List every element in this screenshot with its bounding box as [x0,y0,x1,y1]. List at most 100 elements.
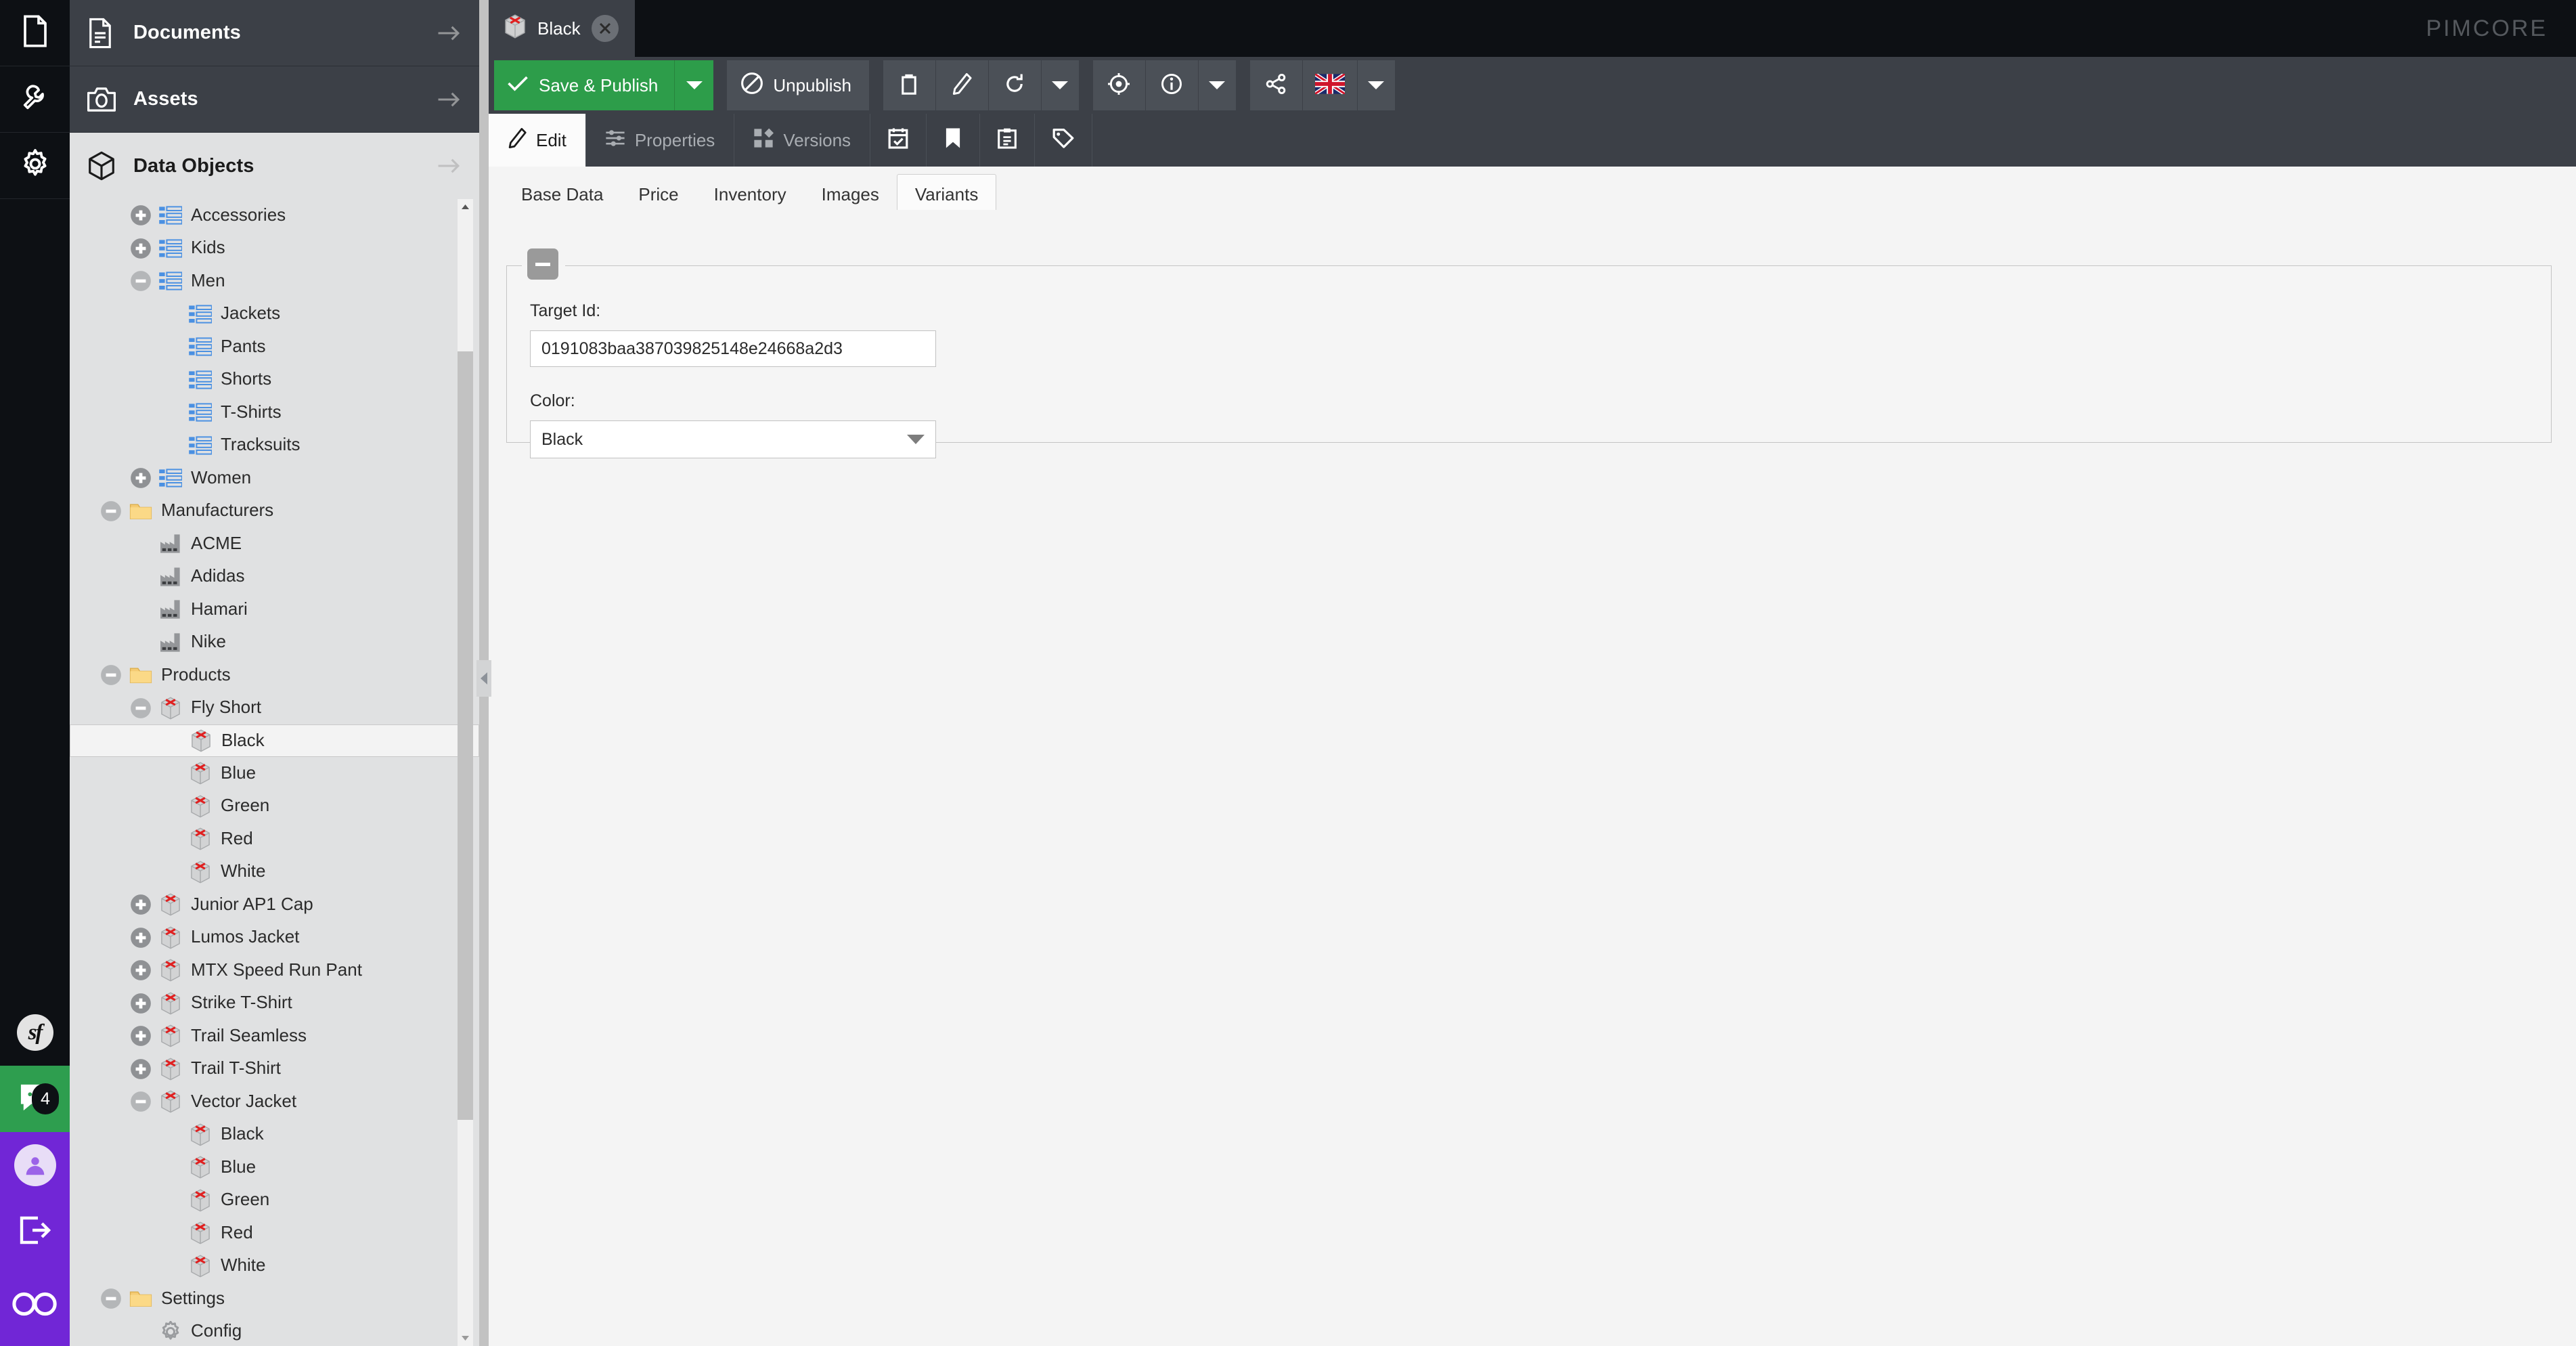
tree-node[interactable]: Red [70,1217,479,1250]
nav-section-documents[interactable]: Documents [70,0,479,66]
tab-properties[interactable]: Properties [586,114,735,167]
product-box-icon [188,860,213,884]
tree-toggle-minus[interactable] [99,1287,123,1310]
tree-node[interactable]: Green [70,790,479,823]
tree-node[interactable]: Black [70,1119,479,1152]
tree-node[interactable]: Products [70,659,479,692]
tree-node[interactable]: Green [70,1184,479,1217]
tree-node[interactable]: Tracksuits [70,429,479,462]
schedule-tab[interactable] [870,114,927,167]
object-list-icon [158,272,183,290]
rail-settings[interactable] [0,133,70,199]
tree-node[interactable]: Blue [70,757,479,790]
scrollbar-thumb[interactable] [458,351,473,1120]
tree-node[interactable]: Trail T-Shirt [70,1053,479,1086]
tree-node-label: Strike T-Shirt [191,992,292,1013]
tree-node[interactable]: Women [70,462,479,495]
tree-node[interactable]: Adidas [70,561,479,594]
tree-node[interactable]: Settings [70,1282,479,1316]
save-publish-button[interactable]: Save & Publish [494,60,675,110]
tree-toggle-minus[interactable] [129,1090,152,1113]
tab-versions[interactable]: Versions [734,114,871,167]
tree-toggle-minus[interactable] [129,269,152,292]
tree-toggle-plus[interactable] [129,1058,152,1081]
tree-node[interactable]: White [70,1250,479,1283]
nav-section-assets[interactable]: Assets [70,66,479,133]
language-menu-button[interactable] [1357,60,1396,110]
tree-node[interactable]: Pants [70,330,479,364]
tags-tab[interactable] [1035,114,1093,167]
notifications-button[interactable]: 4 [0,1066,70,1132]
reload-menu-button[interactable] [1041,60,1080,110]
bookmark-tab[interactable] [927,114,981,167]
tree-toggle-minus[interactable] [99,500,123,523]
unpublish-button[interactable]: Unpublish [727,60,870,110]
language-button[interactable] [1302,60,1358,110]
tree-node[interactable]: Strike T-Shirt [70,987,479,1020]
tree-node[interactable]: Junior AP1 Cap [70,888,479,921]
tree-node[interactable]: Red [70,823,479,856]
scroll-up-arrow[interactable] [458,199,473,215]
tree-node[interactable]: Men [70,265,479,298]
pimcore-infinity-button[interactable] [0,1265,70,1346]
tree-toggle-plus[interactable] [129,992,152,1015]
tree-node[interactable]: Jackets [70,298,479,331]
tree-node[interactable]: Manufacturers [70,495,479,528]
tree-toggle-plus[interactable] [129,1024,152,1047]
share-button[interactable] [1249,60,1303,110]
tree-toggle-plus[interactable] [129,466,152,490]
tree-toggle-plus[interactable] [129,204,152,227]
tree-node[interactable]: Lumos Jacket [70,921,479,955]
document-tab-black[interactable]: Black [489,0,635,57]
content-tab-label: Base Data [521,184,604,204]
reload-button[interactable] [988,60,1042,110]
object-content-tabs[interactable]: Base Data Price Inventory Images Variants [489,167,2576,217]
rail-tools[interactable] [0,66,70,133]
object-tree[interactable]: Accessories Kids Men Jackets Pants Shorts T-Sh… [70,199,479,1346]
tree-node[interactable]: Trail Seamless [70,1020,479,1053]
bookmark-icon [944,127,962,154]
tree-node[interactable]: ACME [70,527,479,561]
tree-node[interactable]: Config [70,1316,479,1346]
tree-node[interactable]: T-Shirts [70,396,479,429]
tree-node[interactable]: Blue [70,1151,479,1184]
close-icon[interactable] [591,15,619,42]
tab-edit[interactable]: Edit [489,114,586,167]
object-list-icon [188,436,213,455]
tree-toggle-minus[interactable] [99,664,123,687]
tree-toggle-minus[interactable] [129,697,152,720]
tree-node[interactable]: Fly Short [70,692,479,725]
tree-toggle-plus[interactable] [129,959,152,982]
rename-button[interactable] [935,60,989,110]
tree-toggle-plus[interactable] [129,893,152,916]
tree-node[interactable]: Hamari [70,593,479,626]
user-account-button[interactable] [0,1132,70,1198]
delete-button[interactable] [883,60,936,110]
tree-node[interactable]: Accessories [70,199,479,232]
rail-documents[interactable] [0,0,70,66]
logout-button[interactable] [0,1198,70,1265]
tree-node[interactable]: Nike [70,626,479,659]
tree-toggle-plus[interactable] [129,926,152,949]
tree-node[interactable]: Vector Jacket [70,1085,479,1119]
collapse-panel-handle[interactable] [476,660,491,697]
nav-section-data-objects[interactable]: Data Objects [70,133,479,199]
tree-scrollbar[interactable] [458,199,473,1346]
tree-node[interactable]: MTX Speed Run Pant [70,954,479,987]
locate-button[interactable] [1092,60,1146,110]
save-publish-menu-button[interactable] [674,60,714,110]
tree-node-selected[interactable]: Black [70,724,479,757]
notes-tab[interactable] [980,114,1036,167]
tree-node[interactable]: Kids [70,232,479,265]
tree-node[interactable]: Shorts [70,364,479,397]
tree-toggle-plus[interactable] [129,237,152,260]
target-id-input[interactable]: 0191083baa387039825148e24668a2d3 [530,330,936,367]
color-select[interactable]: Black [530,420,936,458]
info-icon [1161,73,1182,98]
info-menu-button[interactable] [1198,60,1237,110]
info-button[interactable] [1145,60,1199,110]
fieldset-collapse-toggle[interactable] [527,248,558,280]
tree-node[interactable]: White [70,856,479,889]
symfony-profiler-button[interactable]: sf [0,999,70,1066]
scroll-down-arrow[interactable] [458,1330,473,1346]
